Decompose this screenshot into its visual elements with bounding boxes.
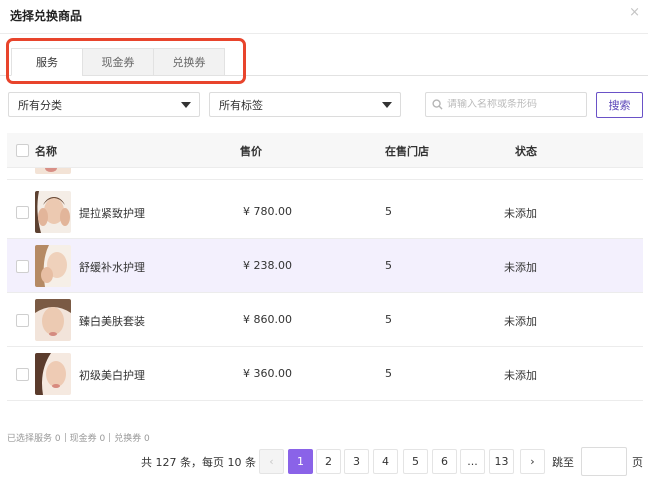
chevron-right-icon: › <box>530 455 535 468</box>
product-status: 未添加 <box>504 261 537 274</box>
product-thumbnail <box>35 353 71 395</box>
page-button-3[interactable]: 3 <box>344 449 369 474</box>
product-stores: 5 <box>385 367 392 380</box>
row-checkbox[interactable] <box>16 206 29 219</box>
product-price: ¥ 238.00 <box>243 259 292 272</box>
jump-page-input[interactable] <box>581 447 627 476</box>
product-stores: 5 <box>385 205 392 218</box>
close-icon[interactable]: × <box>629 6 640 20</box>
column-header-price: 售价 <box>240 145 262 158</box>
tabs-highlight-frame <box>6 38 246 84</box>
product-stores: 5 <box>385 259 392 272</box>
product-status: 未添加 <box>504 369 537 382</box>
row-checkbox[interactable] <box>16 260 29 273</box>
product-price: ¥ 860.00 <box>243 313 292 326</box>
search-box <box>425 92 587 117</box>
product-stores: 5 <box>385 313 392 326</box>
product-name: 提拉紧致护理 <box>79 207 145 220</box>
product-price: ¥ 360.00 <box>243 367 292 380</box>
select-all-checkbox[interactable] <box>16 144 29 157</box>
product-name: 初级美白护理 <box>79 369 145 382</box>
selected-services-count: 已选择服务 0 <box>7 434 61 444</box>
table-row[interactable]: 舒缓补水护理 ¥ 238.00 5 未添加 <box>7 239 643 293</box>
column-header-name: 名称 <box>35 145 57 158</box>
search-icon <box>432 99 443 110</box>
product-status: 未添加 <box>504 207 537 220</box>
product-thumbnail <box>35 245 71 287</box>
page-button-1[interactable]: 1 <box>288 449 313 474</box>
selection-summary: 已选择服务 0 现金券 0 兑换券 0 <box>7 431 150 444</box>
product-name: 舒缓补水护理 <box>79 261 145 274</box>
column-header-stores: 在售门店 <box>385 145 429 158</box>
table-row-partial <box>7 168 643 180</box>
page-ellipsis[interactable]: ... <box>460 449 485 474</box>
selected-exchange-count: 兑换券 0 <box>114 434 150 444</box>
chevron-left-icon: ‹ <box>269 455 274 468</box>
next-page-button[interactable]: › <box>520 449 545 474</box>
search-input[interactable] <box>447 99 579 110</box>
product-name: 臻白美肤套装 <box>79 315 145 328</box>
column-header-status: 状态 <box>515 145 537 158</box>
tag-select[interactable]: 所有标签 <box>209 92 401 117</box>
tag-select-value: 所有标签 <box>219 98 263 112</box>
table-row[interactable]: 提拉紧致护理 ¥ 780.00 5 未添加 <box>7 185 643 239</box>
search-button[interactable]: 搜索 <box>596 92 643 118</box>
category-select-value: 所有分类 <box>18 98 62 112</box>
caret-down-icon <box>181 101 191 108</box>
row-checkbox[interactable] <box>16 314 29 327</box>
jump-to-label: 跳至 <box>552 456 574 469</box>
page-button-4[interactable]: 4 <box>373 449 398 474</box>
page-button-5[interactable]: 5 <box>403 449 428 474</box>
page-button-2[interactable]: 2 <box>316 449 341 474</box>
category-select[interactable]: 所有分类 <box>8 92 200 117</box>
product-thumbnail <box>35 168 71 174</box>
product-price: ¥ 780.00 <box>243 205 292 218</box>
pagination-total: 共 127 条，每页 10 条 <box>141 456 256 469</box>
table-row[interactable]: 初级美白护理 ¥ 360.00 5 未添加 <box>7 347 643 401</box>
divider <box>64 433 66 442</box>
table-header: 名称 售价 在售门店 状态 <box>7 133 643 168</box>
modal-title: 选择兑换商品 <box>10 9 83 23</box>
page-button-6[interactable]: 6 <box>432 449 457 474</box>
page-unit-label: 页 <box>632 456 643 469</box>
table-row[interactable]: 臻白美肤套装 ¥ 860.00 5 未添加 <box>7 293 643 347</box>
prev-page-button[interactable]: ‹ <box>259 449 284 474</box>
product-status: 未添加 <box>504 315 537 328</box>
divider <box>109 433 111 442</box>
product-thumbnail <box>35 299 71 341</box>
page-button-13[interactable]: 13 <box>489 449 514 474</box>
table-body: 提拉紧致护理 ¥ 780.00 5 未添加 舒缓补水护理 ¥ 238.00 5 … <box>7 168 643 402</box>
caret-down-icon <box>382 101 392 108</box>
title-divider <box>0 33 648 34</box>
product-thumbnail <box>35 191 71 233</box>
row-checkbox[interactable] <box>16 368 29 381</box>
selected-cash-count: 现金券 0 <box>69 434 106 444</box>
